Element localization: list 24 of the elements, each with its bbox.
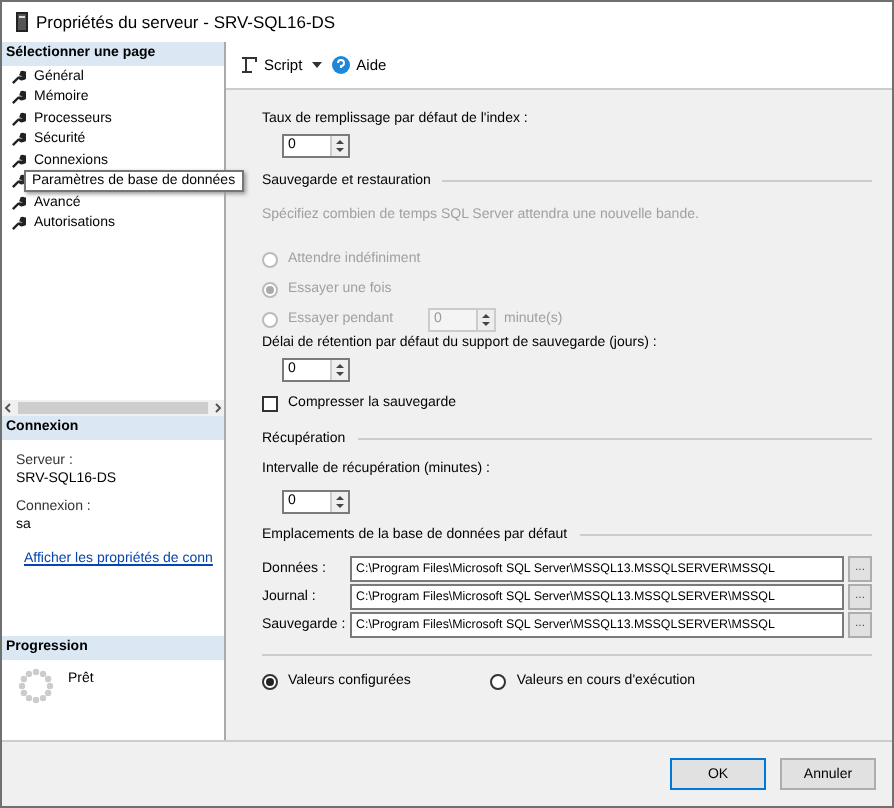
radio-button[interactable] [490, 673, 507, 689]
horizontal-scrollbar[interactable] [2, 400, 224, 416]
checkbox[interactable] [262, 395, 278, 411]
server-icon [16, 12, 28, 32]
wrench-icon [12, 216, 26, 231]
caret-icon[interactable] [312, 61, 323, 69]
wrench-icon [12, 195, 26, 210]
wrench-icon [12, 153, 26, 168]
wrench-icon [12, 69, 26, 84]
help-icon [332, 56, 351, 74]
wrench-icon [12, 111, 26, 126]
scroll-left-icon[interactable] [2, 402, 14, 414]
spin-arrows-icon[interactable] [330, 492, 348, 512]
scroll-right-icon[interactable] [212, 402, 224, 414]
spin-arrows-icon[interactable] [476, 309, 494, 329]
spin-arrows-icon[interactable] [330, 360, 348, 380]
spin-arrows-icon[interactable] [330, 136, 348, 156]
progress-spinner-icon [16, 666, 56, 706]
radio-button[interactable] [262, 673, 278, 689]
wrench-icon [12, 174, 26, 189]
wrench-icon [12, 90, 26, 105]
wrench-icon [12, 132, 26, 147]
script-icon [240, 56, 258, 74]
window-title: Propriétés du serveur - SRV-SQL16-DS [36, 12, 336, 32]
